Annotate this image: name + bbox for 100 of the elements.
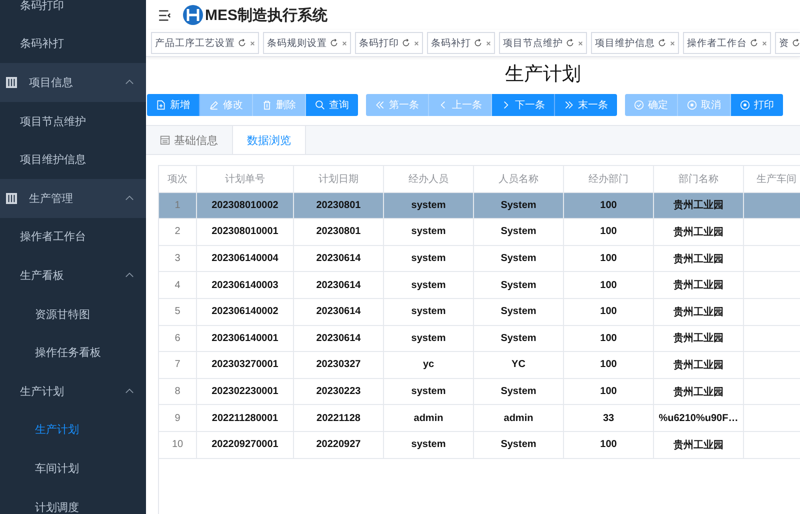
table-cell: 100 bbox=[564, 272, 654, 298]
table-row[interactable]: 1 202308010002 20230801 system System 100 贵州工业园 bbox=[159, 192, 800, 219]
trash-icon bbox=[262, 100, 272, 110]
table-cell: 33 bbox=[564, 404, 654, 432]
table-row[interactable]: 4 202306140003 20230614 system System 100 贵州工业园 bbox=[159, 272, 800, 298]
column-header: 经办部门 bbox=[564, 166, 654, 192]
logo-icon bbox=[182, 4, 204, 26]
table-cell: 20230801 bbox=[294, 218, 384, 246]
close-icon bbox=[486, 40, 491, 46]
row-number: 6 bbox=[159, 325, 196, 352]
close-icon bbox=[578, 40, 583, 46]
sidebar-group[interactable]: 生产看板 bbox=[0, 256, 146, 295]
refresh-icon bbox=[658, 39, 666, 47]
row-number: 1 bbox=[159, 192, 196, 219]
close-icon bbox=[342, 40, 347, 46]
refresh-icon bbox=[402, 39, 410, 47]
sidebar-item[interactable]: 生产计划 bbox=[0, 410, 146, 450]
table-row[interactable]: 5 202306140002 20230614 system System 100 贵州工业园 bbox=[159, 298, 800, 326]
table-cell: 20220927 bbox=[294, 431, 384, 458]
table-cell: 202306140002 bbox=[196, 298, 294, 326]
table-cell: %u6210%u90F… bbox=[654, 404, 744, 432]
refresh-icon bbox=[238, 39, 246, 47]
table-cell: 20230801 bbox=[294, 192, 384, 219]
sidebar-item[interactable]: 条码打印 bbox=[0, 0, 146, 25]
dot-circle-icon bbox=[687, 100, 697, 110]
table-cell: System bbox=[474, 378, 564, 405]
table-cell: 100 bbox=[564, 218, 654, 246]
chevron-left-icon bbox=[438, 100, 448, 110]
double-chevron-right-icon bbox=[564, 100, 574, 110]
column-header: 计划单号 bbox=[196, 166, 294, 192]
menu-icon[interactable] bbox=[159, 10, 172, 20]
file-icon bbox=[156, 100, 166, 110]
table-cell: 贵州工业园 bbox=[654, 192, 744, 219]
refresh-icon bbox=[566, 39, 574, 47]
sidebar-item[interactable]: 操作者工作台 bbox=[0, 218, 146, 256]
columns-icon bbox=[6, 192, 17, 204]
column-header: 部门名称 bbox=[654, 166, 744, 192]
refresh-icon bbox=[474, 39, 482, 47]
sidebar-item[interactable]: 资源甘特图 bbox=[0, 294, 146, 334]
page-tab[interactable]: 产品工序工艺设置 bbox=[151, 32, 259, 54]
table-row[interactable]: 9 202211280001 20221128 admin admin 33 %u6210%u90F… bbox=[159, 404, 800, 432]
page-tab[interactable]: 资 bbox=[775, 32, 800, 54]
table-cell: yc bbox=[384, 352, 474, 378]
chevron-up-icon bbox=[125, 272, 134, 278]
column-header: 项次 bbox=[159, 166, 196, 192]
sidebar-item[interactable]: 操作任务看板 bbox=[0, 333, 146, 372]
table-cell: 20230614 bbox=[294, 245, 384, 272]
table-row[interactable]: 10 202209270001 20220927 system System 100 贵州工业园 bbox=[159, 431, 800, 458]
sidebar-item[interactable]: 计划调度 bbox=[0, 488, 146, 514]
row-number: 5 bbox=[159, 298, 196, 326]
sidebar-item[interactable]: 项目维护信息 bbox=[0, 140, 146, 179]
table-cell: system bbox=[384, 431, 474, 458]
table-cell: 100 bbox=[564, 378, 654, 405]
view-tab[interactable]: 基础信息 bbox=[146, 126, 232, 154]
table-cell: admin bbox=[474, 404, 564, 432]
table-cell: 100 bbox=[564, 245, 654, 272]
table-row[interactable]: 3 202306140004 20230614 system System 100 贵州工业园 bbox=[159, 245, 800, 272]
page-tab[interactable]: 条码补打 bbox=[427, 32, 495, 54]
sidebar-group[interactable]: 生产管理 bbox=[0, 178, 146, 218]
table-row[interactable]: 6 202306140001 20230614 system System 100 贵州工业园 bbox=[159, 325, 800, 352]
row-number: 7 bbox=[159, 352, 196, 378]
table-cell: 20230614 bbox=[294, 298, 384, 326]
chevron-up-icon bbox=[125, 195, 134, 202]
page-tab[interactable]: 项目节点维护 bbox=[499, 32, 587, 54]
close-icon bbox=[250, 40, 255, 46]
table-cell: 贵州工业园 bbox=[654, 272, 744, 298]
page-tab[interactable]: 条码规则设置 bbox=[263, 32, 351, 54]
table-cell: system bbox=[384, 245, 474, 272]
table-cell: 100 bbox=[564, 298, 654, 326]
table-cell: system bbox=[384, 272, 474, 298]
page-tab[interactable]: 操作者工作台 bbox=[683, 32, 771, 54]
table-cell: 100 bbox=[564, 192, 654, 219]
table-row[interactable]: 7 202303270001 20230327 yc YC 100 贵州工业园 bbox=[159, 352, 800, 378]
table-cell: system bbox=[384, 378, 474, 405]
refresh-icon bbox=[792, 39, 800, 47]
page-tab[interactable]: 项目维护信息 bbox=[591, 32, 679, 54]
table-cell: System bbox=[474, 245, 564, 272]
table-cell: 100 bbox=[564, 352, 654, 378]
sidebar-item[interactable]: 项目节点维护 bbox=[0, 102, 146, 140]
table-cell: 202308010001 bbox=[196, 218, 294, 246]
table-cell: 202209270001 bbox=[196, 431, 294, 458]
sidebar-group[interactable]: 项目信息 bbox=[0, 63, 146, 102]
sidebar-item[interactable]: 条码补打 bbox=[0, 24, 146, 64]
table-cell: YC bbox=[474, 352, 564, 378]
table-cell: 20230614 bbox=[294, 272, 384, 298]
page-tab[interactable]: 条码打印 bbox=[355, 32, 423, 54]
sidebar-group[interactable]: 生产计划 bbox=[0, 372, 146, 411]
table-row[interactable]: 8 202302230001 20230223 system System 100 贵州工业园 bbox=[159, 378, 800, 405]
search-icon bbox=[315, 100, 325, 110]
table-cell: 202302230001 bbox=[196, 378, 294, 405]
table-cell: System bbox=[474, 272, 564, 298]
table-cell: system bbox=[384, 192, 474, 219]
sidebar-item[interactable]: 车间计划 bbox=[0, 449, 146, 488]
table-row[interactable]: 2 202308010001 20230801 system System 100 贵州工业园 bbox=[159, 218, 800, 246]
chevron-right-icon bbox=[501, 100, 511, 110]
table-cell: 202303270001 bbox=[196, 352, 294, 378]
table-cell: 20221128 bbox=[294, 404, 384, 432]
table-cell: 202306140001 bbox=[196, 325, 294, 352]
table-cell: System bbox=[474, 298, 564, 326]
double-chevron-left-icon bbox=[375, 100, 385, 110]
